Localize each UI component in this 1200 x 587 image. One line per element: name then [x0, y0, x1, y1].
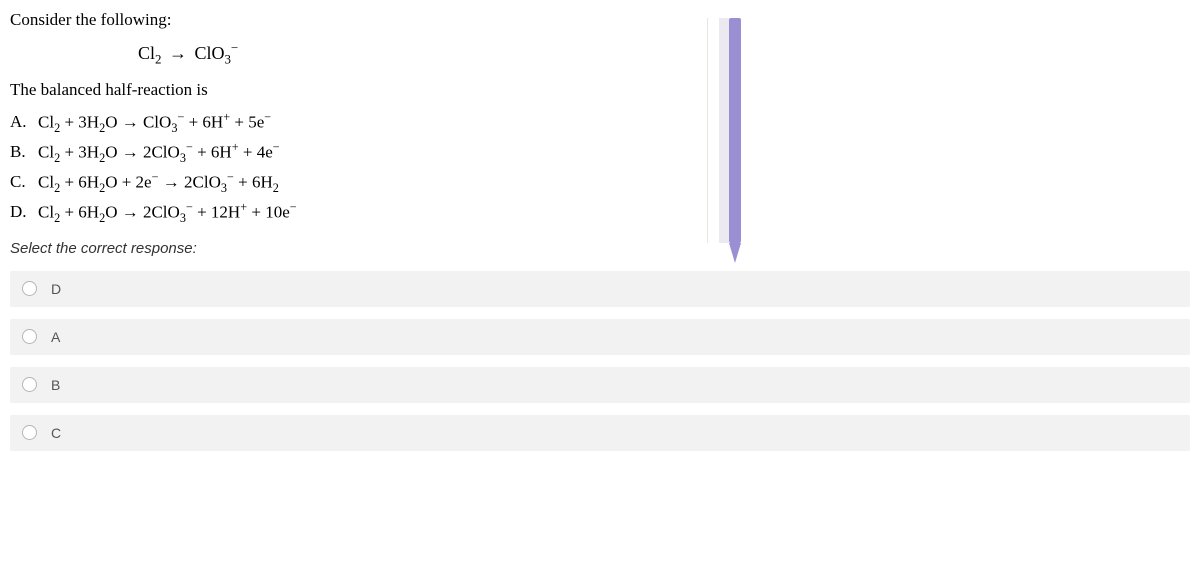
choice-letter: D.	[10, 202, 38, 222]
option-label: B	[51, 377, 60, 393]
choice-letter: B.	[10, 142, 38, 162]
option-label: D	[51, 281, 61, 297]
choice-row: C. Cl2 + 6H2O + 2e− → 2ClO3− + 6H2	[10, 170, 660, 196]
page-edge-decoration	[729, 243, 741, 263]
option-label: A	[51, 329, 60, 345]
option-c[interactable]: C	[10, 415, 1190, 451]
radio-icon[interactable]	[22, 425, 37, 440]
choice-row: D. Cl2 + 6H2O → 2ClO3− + 12H+ + 10e−	[10, 200, 660, 226]
question-block: Consider the following: Cl2 → ClO3− The …	[0, 0, 670, 257]
radio-icon[interactable]	[22, 281, 37, 296]
choice-list: A. Cl2 + 3H2O → ClO3− + 6H+ + 5e− B. Cl2…	[10, 110, 660, 226]
choice-equation: Cl2 + 6H2O + 2e− → 2ClO3− + 6H2	[38, 170, 279, 196]
response-options: D A B C	[0, 271, 1200, 451]
choice-letter: A.	[10, 112, 38, 132]
choice-row: B. Cl2 + 3H2O → 2ClO3− + 6H+ + 4e−	[10, 140, 660, 166]
choice-letter: C.	[10, 172, 38, 192]
select-prompt: Select the correct response:	[10, 240, 660, 257]
choice-equation: Cl2 + 3H2O → 2ClO3− + 6H+ + 4e−	[38, 140, 280, 166]
choice-row: A. Cl2 + 3H2O → ClO3− + 6H+ + 5e−	[10, 110, 660, 136]
question-intro: Consider the following:	[10, 10, 660, 30]
option-a[interactable]: A	[10, 319, 1190, 355]
main-equation: Cl2 → ClO3−	[138, 40, 660, 68]
choice-equation: Cl2 + 3H2O → ClO3− + 6H+ + 5e−	[38, 110, 271, 136]
option-d[interactable]: D	[10, 271, 1190, 307]
question-lead: The balanced half-reaction is	[10, 80, 660, 100]
choice-equation: Cl2 + 6H2O → 2ClO3− + 12H+ + 10e−	[38, 200, 297, 226]
radio-icon[interactable]	[22, 377, 37, 392]
page-edge-decoration	[729, 18, 741, 243]
radio-icon[interactable]	[22, 329, 37, 344]
option-b[interactable]: B	[10, 367, 1190, 403]
page-edge-decoration	[719, 18, 729, 243]
option-label: C	[51, 425, 61, 441]
